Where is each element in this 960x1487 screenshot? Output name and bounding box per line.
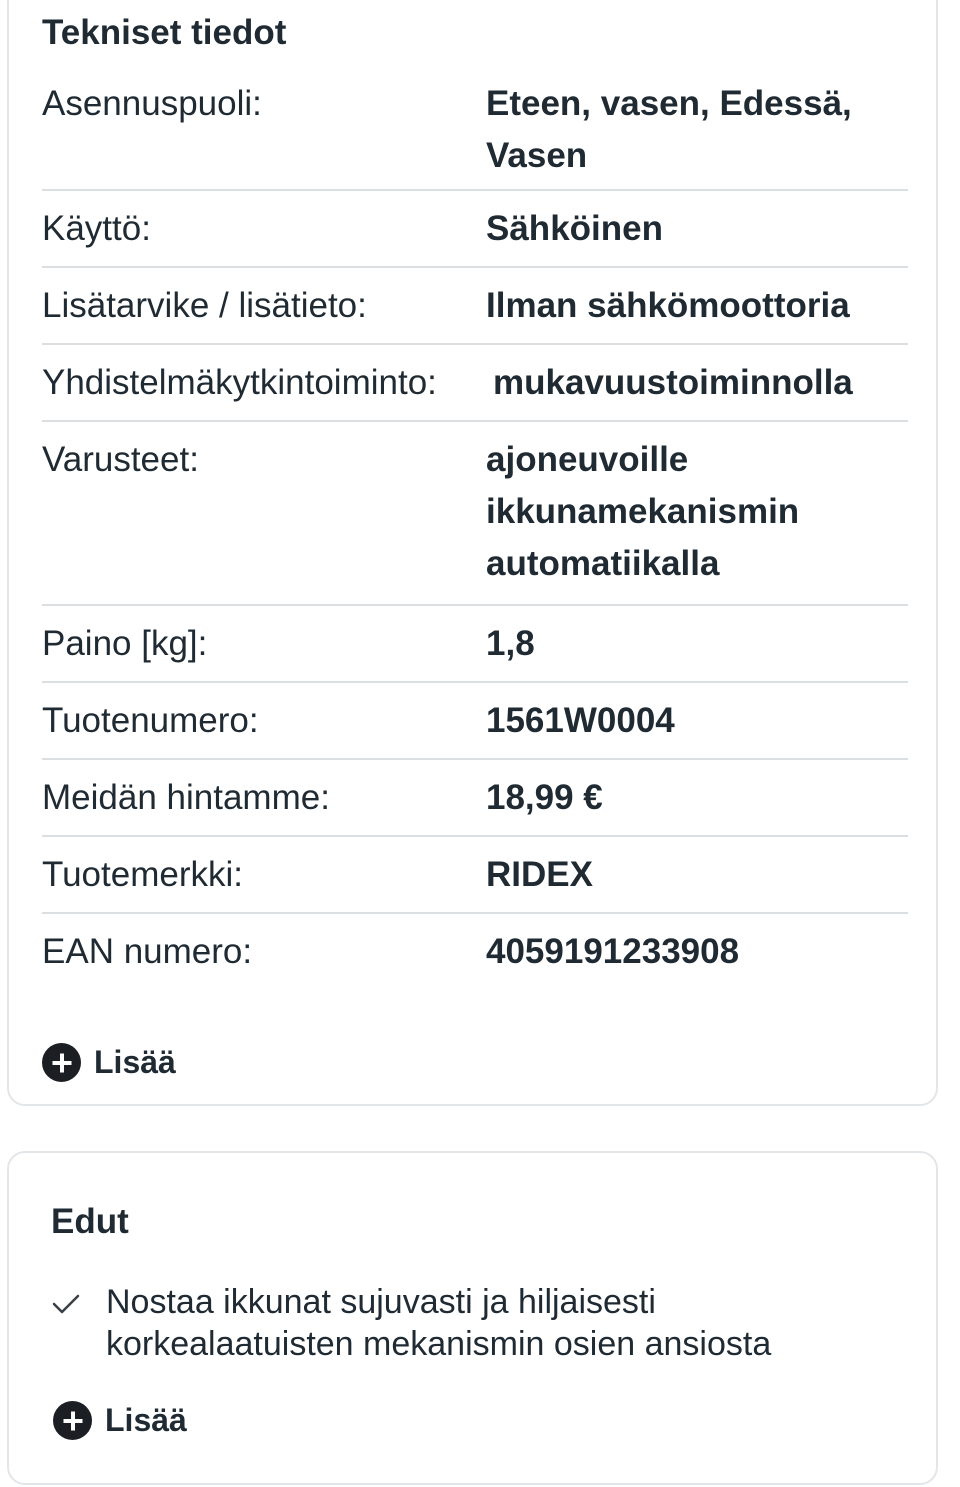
spec-row-combination-switch: Yhdistelmäkytkintoiminto: mukavuustoimin…	[42, 345, 908, 422]
spec-label: Tuotemerkki:	[42, 855, 243, 894]
spec-value: Sähköinen	[486, 209, 663, 248]
spec-value: 18,99 €	[486, 778, 603, 817]
spec-value: mukavuustoiminnolla	[493, 363, 853, 402]
spec-value: Eteen, vasen, Edessä, Vasen	[486, 84, 852, 175]
spec-row-ean: EAN numero: 4059191233908	[42, 914, 908, 991]
benefits-card: Edut Nostaa ikkunat sujuvasti ja hiljais…	[7, 1151, 938, 1485]
technical-details-card: Tekniset tiedot Asennuspuoli: Eteen, vas…	[7, 0, 938, 1106]
spec-value: RIDEX	[486, 855, 593, 894]
benefit-text: Nostaa ikkunat sujuvasti ja hiljaisesti …	[106, 1283, 772, 1363]
spec-row-equipment: Varusteet: ajoneuvoille ikkunamekanismin…	[42, 422, 908, 606]
spec-table: Asennuspuoli: Eteen, vasen, Edessä, Vase…	[42, 78, 908, 991]
show-more-label: Lisää	[105, 1402, 187, 1438]
technical-details-title: Tekniset tiedot	[42, 13, 287, 52]
plus-circle-icon	[53, 1401, 92, 1440]
spec-label: Paino [kg]:	[42, 624, 208, 663]
spec-label: Tuotenumero:	[42, 701, 259, 740]
spec-label: Yhdistelmäkytkintoiminto:	[42, 363, 437, 402]
spec-label: Käyttö:	[42, 209, 151, 248]
plus-circle-icon	[42, 1043, 81, 1082]
spec-label: Meidän hintamme:	[42, 778, 330, 817]
benefits-title: Edut	[51, 1202, 129, 1241]
spec-row-brand: Tuotemerkki: RIDEX	[42, 837, 908, 914]
benefit-item: Nostaa ikkunat sujuvasti ja hiljaisesti …	[51, 1281, 891, 1365]
check-icon	[52, 1294, 80, 1314]
spec-row-accessory-info: Lisätarvike / lisätieto: Ilman sähkömoot…	[42, 268, 908, 345]
spec-value: 1561W0004	[486, 701, 675, 740]
show-more-label: Lisää	[94, 1044, 176, 1080]
spec-row-product-number: Tuotenumero: 1561W0004	[42, 683, 908, 760]
spec-label: EAN numero:	[42, 932, 253, 971]
spec-value: ajoneuvoille ikkunamekanismin automatiik…	[486, 440, 800, 583]
spec-value: Ilman sähkömoottoria	[486, 286, 850, 325]
spec-label: Varusteet:	[42, 440, 199, 479]
spec-label: Asennuspuoli:	[42, 84, 262, 123]
spec-row-our-price: Meidän hintamme: 18,99 €	[42, 760, 908, 837]
spec-row-mounting-side: Asennuspuoli: Eteen, vasen, Edessä, Vase…	[42, 78, 908, 191]
spec-value: 4059191233908	[486, 932, 740, 971]
show-more-specs-button[interactable]: Lisää	[42, 1043, 176, 1082]
spec-label: Lisätarvike / lisätieto:	[42, 286, 367, 325]
spec-row-weight: Paino [kg]: 1,8	[42, 606, 908, 683]
show-more-benefits-button[interactable]: Lisää	[53, 1401, 187, 1440]
spec-row-operation: Käyttö: Sähköinen	[42, 191, 908, 268]
spec-value: 1,8	[486, 624, 535, 663]
